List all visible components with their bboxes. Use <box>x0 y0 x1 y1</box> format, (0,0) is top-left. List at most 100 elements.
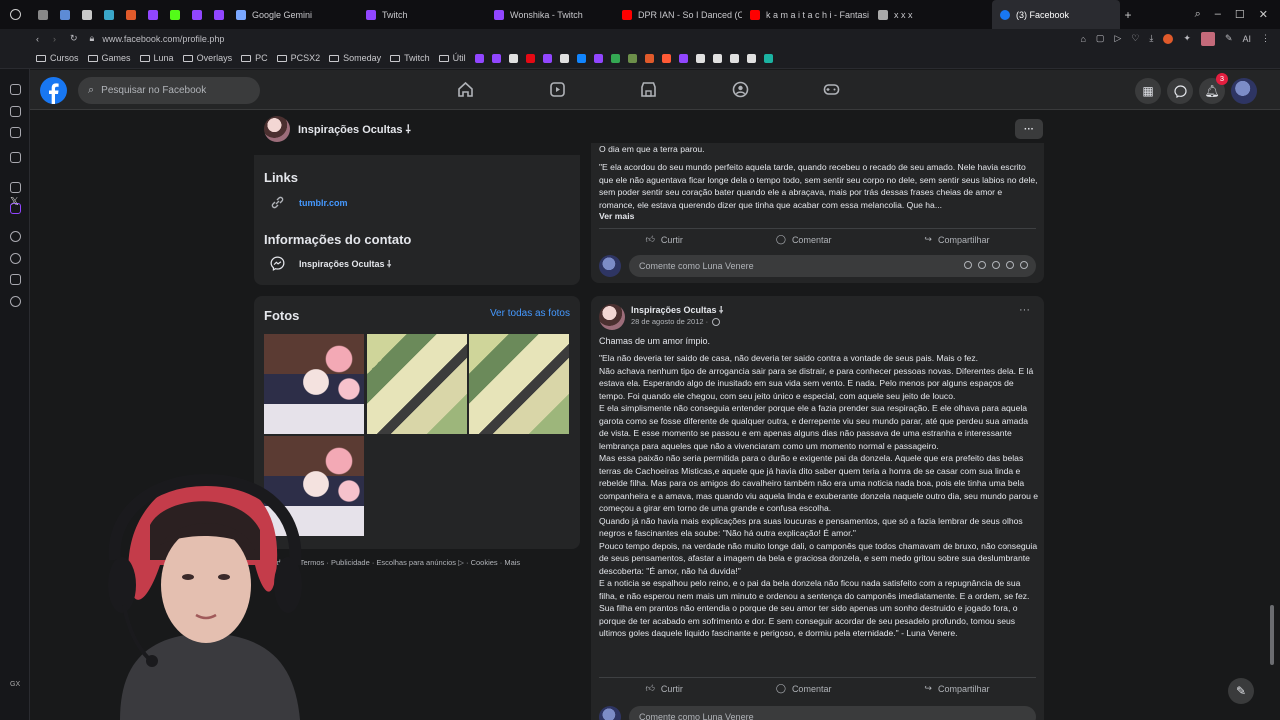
post-options-button[interactable]: ··· <box>1019 304 1030 316</box>
gaming-icon[interactable] <box>823 81 840 98</box>
browser-tab[interactable]: Google Gemini <box>228 0 358 29</box>
profile-avatar[interactable] <box>1231 78 1257 104</box>
page-avatar[interactable] <box>264 116 290 142</box>
comment-input[interactable]: Comente como Luna Venere <box>629 255 1036 277</box>
download-icon[interactable]: ⤓ <box>1149 33 1153 44</box>
search-box[interactable]: ⌕ Pesquisar no Facebook <box>78 77 260 104</box>
groups-icon[interactable] <box>732 81 749 98</box>
back-icon[interactable]: ‹ <box>36 34 39 44</box>
sidebar-play-icon[interactable] <box>10 231 21 242</box>
bookmark-site-icon[interactable] <box>746 53 756 63</box>
bookmark-site-icon[interactable] <box>712 53 722 63</box>
edit-icon[interactable]: ✎ <box>1225 33 1233 44</box>
more-sticker-icon[interactable] <box>1020 261 1028 269</box>
photo-thumbnail[interactable] <box>469 334 569 434</box>
play-icon[interactable]: ▷ <box>1114 33 1121 44</box>
see-more-link[interactable]: Ver mais <box>599 210 634 223</box>
browser-tab[interactable] <box>30 0 52 29</box>
post-date[interactable]: 28 de agosto de 2012 · <box>631 317 708 326</box>
browser-tab[interactable]: DPR IAN - So I Danced (O <box>614 0 742 29</box>
sidebar-clock-icon[interactable] <box>10 106 21 117</box>
bookmark-folder[interactable]: Útil <box>438 53 466 63</box>
marketplace-icon[interactable] <box>640 81 657 98</box>
photo-thumbnail[interactable] <box>367 334 467 434</box>
minimize-button[interactable]: – <box>1215 8 1221 21</box>
browser-tab-active[interactable]: (3) Facebook <box>992 0 1120 29</box>
browser-tab[interactable] <box>184 0 206 29</box>
browser-tab[interactable]: x x x <box>870 0 992 29</box>
browser-tab[interactable] <box>206 0 228 29</box>
like-button[interactable]: 👍︎ Curtir <box>645 683 682 694</box>
bookmark-folder[interactable]: PCSX2 <box>276 53 320 63</box>
share-button[interactable]: ↪ Compartilhar <box>924 234 989 245</box>
sidebar-settings-icon[interactable] <box>10 182 21 193</box>
menu-grid-button[interactable]: ▦ <box>1135 78 1161 104</box>
bookmark-site-icon[interactable] <box>644 53 654 63</box>
contact-messenger-name[interactable]: Inspirações Ocultas ⸸ <box>299 257 391 270</box>
browser-tab[interactable] <box>162 0 184 29</box>
bookmark-site-icon[interactable] <box>542 53 552 63</box>
browser-menu-icon[interactable] <box>0 9 30 20</box>
camera-icon[interactable] <box>992 261 1000 269</box>
bookmark-folder[interactable]: PC <box>241 53 268 63</box>
like-button[interactable]: 👍︎ Curtir <box>645 234 682 245</box>
share-button[interactable]: ↪ Compartilhar <box>924 683 989 694</box>
post-author[interactable]: Inspirações Ocultas ⸸ <box>631 303 723 316</box>
browser-tab[interactable]: k a m a i t a c h i - Fantasi <box>742 0 870 29</box>
url-field[interactable]: www.facebook.com/profile.php <box>102 34 224 44</box>
browser-tab[interactable] <box>52 0 74 29</box>
screenshot-icon[interactable]: ▢ <box>1096 33 1105 44</box>
new-message-button[interactable]: ✎ <box>1228 678 1254 704</box>
bookmark-site-icon[interactable] <box>678 53 688 63</box>
bookmark-folder[interactable]: Overlays <box>182 53 232 63</box>
emoji-icon[interactable] <box>978 261 986 269</box>
bookmark-site-icon[interactable] <box>525 53 535 63</box>
bookmark-icon[interactable]: ⌂ <box>1080 34 1085 44</box>
bookmark-site-icon[interactable] <box>559 53 569 63</box>
search-tabs-icon[interactable]: ⌕ <box>1195 8 1201 21</box>
bookmark-folder[interactable]: Games <box>87 53 131 63</box>
gif-icon[interactable] <box>1006 261 1014 269</box>
reload-icon[interactable]: ↻ <box>70 33 78 44</box>
bookmark-folder[interactable]: Luna <box>139 53 174 63</box>
bookmark-site-icon[interactable] <box>610 53 620 63</box>
bookmark-site-icon[interactable] <box>729 53 739 63</box>
photo-thumbnail[interactable] <box>264 334 364 434</box>
bookmark-site-icon[interactable] <box>593 53 603 63</box>
browser-tab[interactable] <box>140 0 162 29</box>
bookmark-site-icon[interactable] <box>661 53 671 63</box>
browser-tab[interactable] <box>74 0 96 29</box>
facebook-logo-icon[interactable] <box>40 77 67 104</box>
bookmark-folder[interactable]: Cursos <box>36 53 79 63</box>
tumblr-link[interactable]: tumblr.com <box>299 198 348 208</box>
maximize-button[interactable]: ☐ <box>1235 8 1245 21</box>
sidebar-news-icon[interactable] <box>10 127 21 138</box>
bookmark-site-icon[interactable] <box>474 53 484 63</box>
sidebar-history-icon[interactable] <box>10 253 21 264</box>
bookmark-site-icon[interactable] <box>763 53 773 63</box>
page-name[interactable]: Inspirações Ocultas ⸸ <box>298 122 411 137</box>
see-all-photos-link[interactable]: Ver todas as fotos <box>490 308 570 319</box>
heart-icon[interactable]: ♡ <box>1131 33 1139 44</box>
bookmark-site-icon[interactable] <box>491 53 501 63</box>
bookmark-folder[interactable]: Someday <box>329 53 381 63</box>
browser-tab[interactable]: Twitch <box>358 0 486 29</box>
comment-button[interactable]: ◯ Comentar <box>776 234 832 245</box>
bookmark-folder[interactable]: Twitch <box>390 53 430 63</box>
more-options-button[interactable]: ··· <box>1015 119 1043 139</box>
browser-tab[interactable] <box>96 0 118 29</box>
bookmark-site-icon[interactable] <box>576 53 586 63</box>
extension-icon[interactable] <box>1163 33 1174 44</box>
profile-avatar[interactable] <box>1200 31 1215 46</box>
comment-input[interactable]: Comente como Luna Venere <box>629 706 1036 720</box>
extensions-icon[interactable]: ✦ <box>1183 33 1191 44</box>
close-window-button[interactable]: ✕ <box>1259 8 1268 21</box>
forward-icon[interactable]: › <box>53 34 56 44</box>
sticker-icon[interactable] <box>964 261 972 269</box>
home-icon[interactable] <box>457 81 474 98</box>
post-author-avatar[interactable] <box>599 304 625 330</box>
browser-tab[interactable]: Wonshika - Twitch <box>486 0 614 29</box>
comment-button[interactable]: ◯ Comentar <box>776 683 832 694</box>
sidebar-box-icon[interactable] <box>10 274 21 285</box>
sidebar-gear-icon[interactable] <box>10 296 21 307</box>
